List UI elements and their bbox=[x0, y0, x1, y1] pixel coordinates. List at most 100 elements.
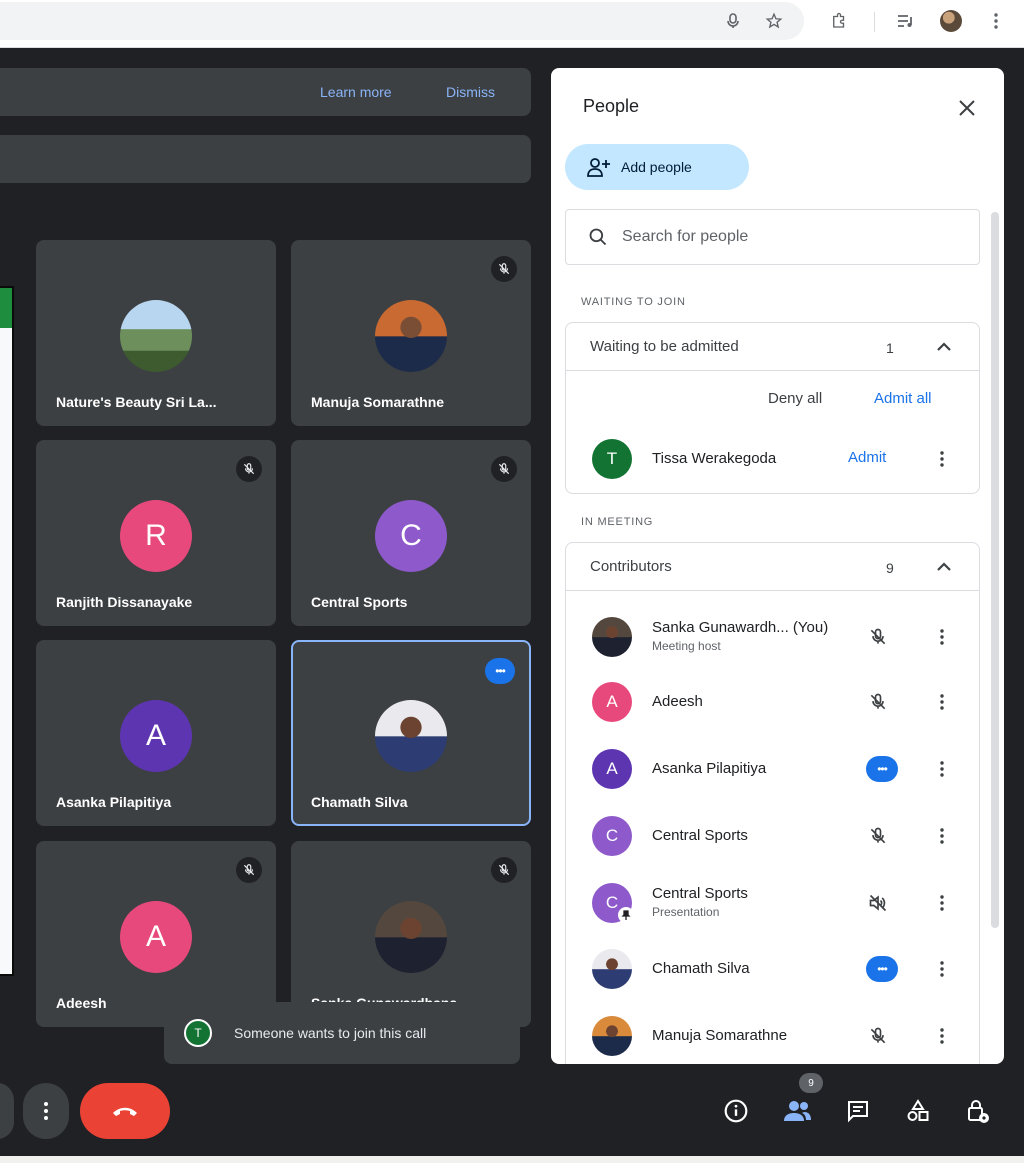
host-controls-icon[interactable] bbox=[963, 1096, 993, 1126]
people-count-badge: 9 bbox=[799, 1073, 823, 1093]
participant-photo bbox=[375, 300, 447, 372]
participant-row[interactable]: C Central Sports Presentation bbox=[566, 873, 981, 941]
mic-off-icon bbox=[491, 456, 517, 482]
media-controls-icon[interactable] bbox=[893, 8, 919, 34]
participant-name: Asanka Pilapitiya bbox=[652, 760, 767, 777]
waiting-count: 1 bbox=[886, 340, 894, 356]
chat-icon[interactable] bbox=[843, 1096, 873, 1126]
mic-off-icon bbox=[491, 256, 517, 282]
browser-toolbar bbox=[0, 0, 1024, 48]
mic-off-icon[interactable] bbox=[866, 1024, 890, 1048]
participant-tile[interactable]: Sanka Gunawardhana bbox=[291, 841, 531, 1027]
mic-off-icon[interactable] bbox=[866, 824, 890, 848]
participant-avatar: A bbox=[120, 700, 192, 772]
participant-avatar: A bbox=[120, 901, 192, 973]
control-button[interactable] bbox=[0, 1083, 14, 1139]
participant-tile[interactable]: R Ranjith Dissanayake bbox=[36, 440, 276, 626]
mic-off-icon bbox=[491, 857, 517, 883]
more-options-icon[interactable] bbox=[930, 447, 954, 471]
contributors-group: Contributors 9 Sanka Gunawardh... (You) … bbox=[565, 542, 980, 1064]
participant-row[interactable]: A Adeesh bbox=[566, 678, 981, 743]
participant-tile[interactable]: Nature's Beauty Sri La... bbox=[36, 240, 276, 426]
people-icon[interactable] bbox=[782, 1096, 812, 1126]
more-options-button[interactable] bbox=[23, 1083, 69, 1139]
extensions-icon[interactable] bbox=[826, 8, 852, 34]
speaking-indicator-icon: ••• bbox=[485, 658, 515, 684]
taskbar-edge bbox=[0, 1156, 1024, 1163]
participant-name: Manuja Somarathne bbox=[652, 1027, 788, 1044]
contributors-group-label: Contributors bbox=[590, 558, 672, 575]
volume-off-icon[interactable] bbox=[866, 891, 890, 915]
more-options-icon[interactable] bbox=[930, 1024, 954, 1048]
presentation-pin-icon bbox=[618, 907, 634, 923]
leave-call-button[interactable] bbox=[80, 1083, 170, 1139]
contributors-group-header[interactable]: Contributors 9 bbox=[566, 543, 979, 591]
waiting-group-label: Waiting to be admitted bbox=[590, 338, 739, 355]
toolbar-separator bbox=[874, 12, 875, 32]
microphone-icon[interactable] bbox=[720, 8, 746, 34]
phone-hangup-icon bbox=[113, 1107, 137, 1116]
mic-off-icon[interactable] bbox=[866, 625, 890, 649]
dismiss-button[interactable]: Dismiss bbox=[446, 84, 495, 100]
participant-tile[interactable]: A Asanka Pilapitiya bbox=[36, 640, 276, 826]
waiting-group-header[interactable]: Waiting to be admitted 1 bbox=[566, 323, 979, 371]
star-icon[interactable] bbox=[761, 8, 787, 34]
participant-tile[interactable]: C Central Sports bbox=[291, 440, 531, 626]
participant-name: Central Sports bbox=[652, 827, 748, 844]
more-options-icon[interactable] bbox=[930, 625, 954, 649]
participant-row[interactable]: Manuja Somarathne bbox=[566, 1006, 981, 1064]
panel-title: People bbox=[583, 96, 640, 116]
participant-name: Tissa Werakegoda bbox=[652, 450, 777, 467]
more-options-icon[interactable] bbox=[930, 690, 954, 714]
more-options-icon[interactable] bbox=[930, 824, 954, 848]
admit-all-button[interactable]: Admit all bbox=[874, 390, 932, 407]
presentation-preview[interactable] bbox=[0, 286, 14, 976]
participant-name: Nature's Beauty Sri La... bbox=[56, 394, 217, 410]
participant-name: Adeesh bbox=[652, 693, 703, 710]
more-options-icon[interactable] bbox=[930, 957, 954, 981]
search-input[interactable] bbox=[622, 228, 942, 246]
add-people-button[interactable]: Add people bbox=[565, 144, 749, 190]
more-options-icon[interactable] bbox=[930, 891, 954, 915]
address-bar[interactable] bbox=[0, 2, 804, 40]
secondary-banner bbox=[0, 135, 531, 183]
close-icon[interactable] bbox=[955, 96, 979, 120]
participant-avatar: C bbox=[592, 816, 632, 856]
participant-tile-active[interactable]: ••• Chamath Silva bbox=[291, 640, 531, 826]
participant-tile[interactable]: Manuja Somarathne bbox=[291, 240, 531, 426]
people-panel: People Add people WAITING TO JOIN Waitin… bbox=[551, 68, 1004, 1064]
toast-avatar: T bbox=[184, 1019, 212, 1047]
participant-row[interactable]: Chamath Silva ••• bbox=[566, 941, 981, 1006]
mic-off-icon bbox=[236, 456, 262, 482]
chevron-up-icon[interactable] bbox=[932, 335, 956, 359]
participant-name: Adeesh bbox=[56, 995, 107, 1011]
participant-tile[interactable]: A Adeesh bbox=[36, 841, 276, 1027]
participant-name: Manuja Somarathne bbox=[311, 394, 445, 410]
participant-photo bbox=[592, 949, 632, 989]
admit-button[interactable]: Admit bbox=[848, 449, 886, 466]
in-meeting-section-label: IN MEETING bbox=[581, 516, 654, 528]
mic-off-icon[interactable] bbox=[866, 690, 890, 714]
join-request-toast[interactable]: T Someone wants to join this call bbox=[164, 1002, 520, 1064]
participant-name: Chamath Silva bbox=[652, 960, 750, 977]
participant-row[interactable]: C Central Sports bbox=[566, 808, 981, 873]
deny-all-button[interactable]: Deny all bbox=[768, 390, 822, 407]
participant-row[interactable]: Sanka Gunawardh... (You) Meeting host bbox=[566, 613, 981, 678]
more-options-icon[interactable] bbox=[930, 757, 954, 781]
participant-name: Central Sports bbox=[311, 594, 408, 610]
profile-avatar[interactable] bbox=[938, 8, 964, 34]
info-icon[interactable] bbox=[721, 1096, 751, 1126]
activities-icon[interactable] bbox=[903, 1096, 933, 1126]
search-field[interactable] bbox=[565, 209, 980, 265]
waiting-group: Waiting to be admitted 1 Deny all Admit … bbox=[565, 322, 980, 494]
participant-role: Meeting host bbox=[652, 639, 721, 653]
speaking-indicator-icon: ••• bbox=[866, 756, 898, 782]
panel-scrollbar[interactable] bbox=[991, 212, 999, 928]
waiting-row: T Tissa Werakegoda Admit bbox=[566, 427, 979, 491]
participant-row[interactable]: A Asanka Pilapitiya ••• bbox=[566, 743, 981, 808]
participant-photo bbox=[592, 1016, 632, 1056]
menu-kebab-icon[interactable] bbox=[983, 8, 1009, 34]
waiting-section-label: WAITING TO JOIN bbox=[581, 296, 686, 308]
learn-more-link[interactable]: Learn more bbox=[320, 84, 392, 100]
chevron-up-icon[interactable] bbox=[932, 555, 956, 579]
